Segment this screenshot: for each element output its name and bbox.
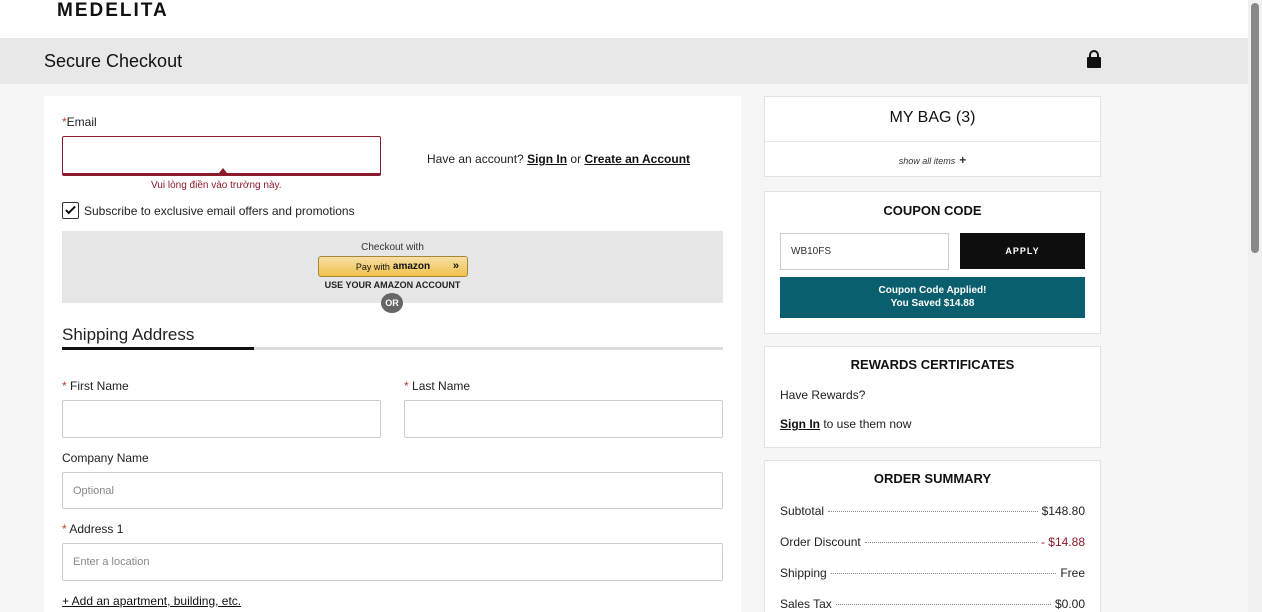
title-bar: Secure Checkout <box>0 38 1248 84</box>
order-summary-title: ORDER SUMMARY <box>873 471 992 486</box>
subscribe-label: Subscribe to exclusive email offers and … <box>84 204 355 218</box>
rewards-title: REWARDS CERTIFICATES <box>850 357 1015 372</box>
top-header: MEDELITA <box>0 0 1248 38</box>
summary-row: Order Discount - $14.88 <box>780 535 1085 549</box>
step-progress-fill <box>62 347 254 350</box>
apply-coupon-button[interactable]: APPLY <box>960 233 1085 269</box>
address1-field[interactable]: Enter a location <box>62 543 723 581</box>
summary-row: Subtotal $148.80 <box>780 504 1085 518</box>
double-chevron-right-icon: » <box>452 260 459 272</box>
rewards-sign-in-link[interactable]: Sign In <box>780 417 820 431</box>
coupon-code-field[interactable]: WB10FS <box>780 233 949 270</box>
pay-with-amazon-button[interactable]: Pay with amazon » <box>318 256 468 277</box>
email-label: *Email <box>62 115 97 129</box>
email-error-message: Vui lòng điền vào trường này. <box>151 180 282 191</box>
order-summary-card: ORDER SUMMARY Subtotal $148.80 Order Disc… <box>764 460 1101 612</box>
last-name-label: * Last Name <box>404 379 471 393</box>
rewards-card: REWARDS CERTIFICATES Have Rewards? Sign … <box>764 346 1101 448</box>
page-title: Secure Checkout <box>44 51 183 71</box>
scrollbar-thumb[interactable] <box>1251 3 1259 253</box>
site-logo[interactable]: MEDELITA <box>57 0 169 22</box>
checkmark-icon <box>65 203 76 215</box>
first-name-label: * First Name <box>62 379 129 393</box>
add-apartment-link[interactable]: + Add an apartment, building, etc. <box>62 594 241 608</box>
sign-in-link[interactable]: Sign In <box>527 152 567 166</box>
show-all-items-toggle[interactable]: show all items + <box>765 153 1100 167</box>
amazon-logo: amazon <box>392 261 431 272</box>
first-name-field[interactable] <box>62 400 381 438</box>
coupon-applied-banner: Coupon Code Applied! You Saved $14.88 <box>780 277 1085 318</box>
my-bag-card: MY BAG (3) show all items + <box>764 96 1101 177</box>
create-account-link[interactable]: Create an Account <box>584 152 690 166</box>
rewards-sign-in-text: Sign In to use them now <box>780 417 912 431</box>
account-prompt: Have an account? Sign In or Create an Ac… <box>427 152 691 166</box>
summary-row: Sales Tax $0.00 <box>780 597 1085 611</box>
have-rewards-text: Have Rewards? <box>780 388 866 402</box>
lock-icon <box>1086 50 1102 68</box>
or-divider-badge: OR <box>381 293 403 313</box>
coupon-card: COUPON CODE WB10FS APPLY Coupon Code App… <box>764 191 1101 334</box>
address1-label: * Address 1 <box>62 522 124 536</box>
validation-tooltip-arrow <box>219 168 227 173</box>
company-name-field[interactable]: Optional <box>62 472 723 509</box>
shipping-address-title: Shipping Address <box>62 325 195 344</box>
checkout-with-label: Checkout with <box>361 242 424 253</box>
use-amazon-account-label: USE YOUR AMAZON ACCOUNT <box>324 280 461 290</box>
summary-row: Shipping Free <box>780 566 1085 580</box>
last-name-field[interactable] <box>404 400 723 438</box>
page-scrollbar[interactable] <box>1248 0 1262 612</box>
subscribe-checkbox[interactable] <box>62 202 79 219</box>
my-bag-title: MY BAG (3) <box>889 109 976 126</box>
plus-icon: + <box>959 153 967 167</box>
company-name-label: Company Name <box>62 451 149 465</box>
coupon-title: COUPON CODE <box>883 203 982 218</box>
